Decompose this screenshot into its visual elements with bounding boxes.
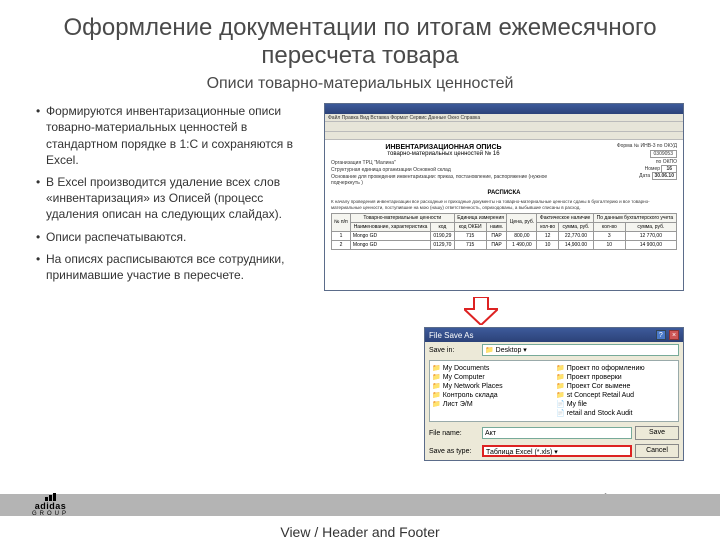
- filetype-select[interactable]: Таблица Excel (*.xls) ▾: [482, 445, 632, 457]
- list-item[interactable]: Проект проверки: [556, 373, 676, 381]
- save-as-filelist[interactable]: My Documents My Computer My Network Plac…: [429, 360, 679, 422]
- slide-title: Оформление документации по итогам ежемес…: [40, 14, 680, 69]
- footer-text: View / Header and Footer: [0, 524, 720, 540]
- list-item[interactable]: My file: [556, 400, 676, 408]
- th-sum: сумма, руб.: [559, 222, 594, 231]
- close-icon[interactable]: ×: [669, 330, 679, 340]
- th-tmc: Товарно-материальные ценности: [350, 213, 454, 222]
- excel-receipt-text: К началу проведения инвентаризации все р…: [331, 199, 677, 210]
- excel-menubar: Файл Правка Вид Вставка Формат Сервис Да…: [325, 114, 683, 122]
- list-item[interactable]: Проект по оформлению: [556, 364, 676, 372]
- save-as-titlebar: File Save As ? ×: [425, 328, 683, 342]
- excel-toolbar: [325, 122, 683, 132]
- excel-date-label: Дата: [639, 173, 650, 179]
- bullet-list: Формируются инвентаризационные описи тов…: [36, 103, 314, 461]
- footer-band: adidas GROUP: [0, 494, 720, 516]
- th-price: Цена, руб.: [507, 213, 537, 231]
- list-item[interactable]: Проект Сог вымене: [556, 382, 676, 390]
- list-item[interactable]: Контроль склада: [432, 391, 552, 399]
- th-qty2: кол-во: [593, 222, 625, 231]
- th-sum2: сумма, руб.: [625, 222, 676, 231]
- excel-sheet: ИНВЕНТАРИЗАЦИОННАЯ ОПИСЬ товарно-материа…: [325, 140, 683, 290]
- table-row: 1 Mongo GD 0190,29 715 ПАР 800,00 12 22,…: [332, 231, 677, 240]
- brand-wordmark: adidas: [35, 501, 67, 511]
- bullet-item: В Excel производится удаление всех слов …: [36, 174, 314, 223]
- excel-okpo-num: 0309053: [650, 150, 677, 158]
- excel-okpo-label: по ОКПО: [563, 159, 677, 165]
- save-as-dialog: File Save As ? × Save in: 📁 Desktop ▾ My…: [424, 327, 684, 461]
- slide-subtitle: Описи товарно-материальных ценностей: [0, 75, 720, 93]
- savein-label: Save in:: [429, 347, 479, 354]
- th-ed: Единица измерения: [454, 213, 507, 222]
- excel-inventory-table: № п/п Товарно-материальные ценности Един…: [331, 213, 677, 250]
- th-code-ok: код ОКЕИ: [454, 222, 486, 231]
- th-ed-name: наим.: [486, 222, 507, 231]
- excel-toolbar-secondary: [325, 132, 683, 140]
- excel-base-line: Основание для проведения инвентаризации:…: [331, 174, 556, 186]
- list-item[interactable]: Лист Э/М: [432, 400, 552, 408]
- th-book: По данным бухгалтерского учета: [593, 213, 676, 222]
- bullet-item: На описях расписываются все сотрудники, …: [36, 251, 314, 283]
- excel-struct-line: Структурная единица организации Основной…: [331, 167, 556, 173]
- bullet-item: Формируются инвентаризационные описи тов…: [36, 103, 314, 168]
- savein-select[interactable]: 📁 Desktop ▾: [482, 344, 679, 356]
- cancel-button[interactable]: Cancel: [635, 444, 679, 458]
- th-num: № п/п: [332, 213, 351, 231]
- excel-titlebar: [325, 104, 683, 114]
- list-item[interactable]: My Computer: [432, 373, 552, 381]
- list-item[interactable]: retail and Stock Audit: [556, 409, 676, 417]
- excel-date-val: 30.06.10: [652, 172, 677, 180]
- table-row: 2 Mongo GD 0129,70 715 ПАР 1 490,00 10 1…: [332, 240, 677, 249]
- th-name: Наименование, характеристика: [350, 222, 430, 231]
- excel-doc-subtitle: товарно-материальных ценностей № 16: [331, 151, 556, 157]
- excel-form-line: Форма № ИНВ-3 по ОКУД: [563, 143, 677, 149]
- filename-field[interactable]: Акт: [482, 427, 632, 439]
- adidas-logo: adidas GROUP: [32, 493, 69, 517]
- bullet-item: Описи распечатываются.: [36, 229, 314, 245]
- excel-screenshot: Файл Правка Вид Вставка Формат Сервис Да…: [324, 103, 684, 291]
- help-icon[interactable]: ?: [656, 330, 666, 340]
- brand-group: GROUP: [32, 511, 69, 517]
- arrow-down-icon: [464, 297, 498, 325]
- th-fact: Фактическое наличие: [537, 213, 593, 222]
- list-item[interactable]: My Documents: [432, 364, 552, 372]
- filename-label: File name:: [429, 430, 479, 437]
- excel-receipt-title: РАСПИСКА: [331, 190, 677, 196]
- save-as-title: File Save As: [429, 331, 473, 340]
- list-item[interactable]: My Network Places: [432, 382, 552, 390]
- excel-org-line: Организация ТРЦ "Малина": [331, 160, 556, 166]
- th-code: код: [431, 222, 455, 231]
- list-item[interactable]: st Concept Retail Aud: [556, 391, 676, 399]
- save-button[interactable]: Save: [635, 426, 679, 440]
- filetype-label: Save as type:: [429, 448, 479, 455]
- th-qty: кол-во: [537, 222, 559, 231]
